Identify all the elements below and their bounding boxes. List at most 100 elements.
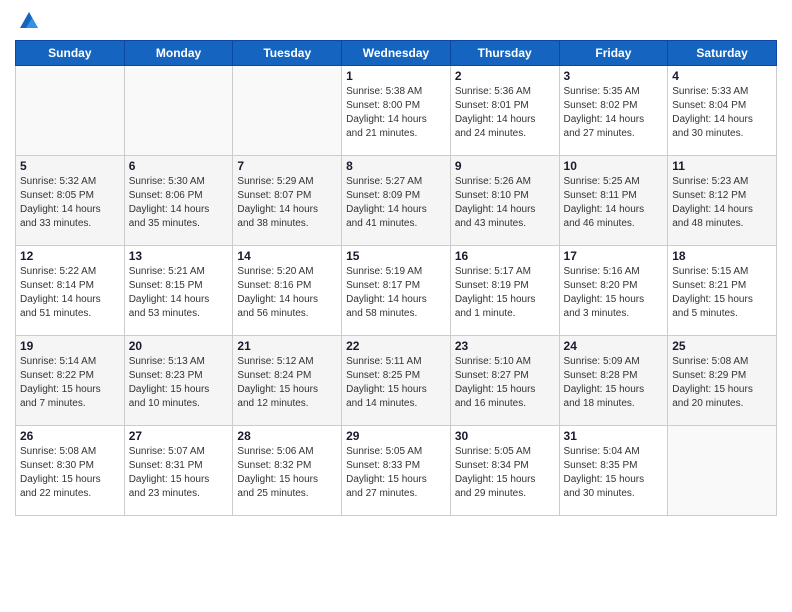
- day-number: 25: [672, 339, 772, 353]
- day-number: 28: [237, 429, 337, 443]
- day-cell: 26 Sunrise: 5:08 AM Sunset: 8:30 PM Dayli…: [16, 426, 125, 516]
- day-cell: 11 Sunrise: 5:23 AM Sunset: 8:12 PM Dayli…: [668, 156, 777, 246]
- day-info: Sunrise: 5:10 AM Sunset: 8:27 PM Dayligh…: [455, 355, 555, 411]
- day-number: 19: [20, 339, 120, 353]
- day-cell: 3 Sunrise: 5:35 AM Sunset: 8:02 PM Daylig…: [559, 66, 668, 156]
- day-number: 7: [237, 159, 337, 173]
- day-info: Sunrise: 5:22 AM Sunset: 8:14 PM Dayligh…: [20, 265, 120, 321]
- day-number: 10: [564, 159, 664, 173]
- day-info: Sunrise: 5:04 AM Sunset: 8:35 PM Dayligh…: [564, 445, 664, 501]
- day-info: Sunrise: 5:26 AM Sunset: 8:10 PM Dayligh…: [455, 175, 555, 231]
- day-cell: [124, 66, 233, 156]
- day-info: Sunrise: 5:32 AM Sunset: 8:05 PM Dayligh…: [20, 175, 120, 231]
- day-info: Sunrise: 5:21 AM Sunset: 8:15 PM Dayligh…: [129, 265, 229, 321]
- day-info: Sunrise: 5:12 AM Sunset: 8:24 PM Dayligh…: [237, 355, 337, 411]
- day-info: Sunrise: 5:29 AM Sunset: 8:07 PM Dayligh…: [237, 175, 337, 231]
- day-info: Sunrise: 5:17 AM Sunset: 8:19 PM Dayligh…: [455, 265, 555, 321]
- day-number: 6: [129, 159, 229, 173]
- day-number: 21: [237, 339, 337, 353]
- day-info: Sunrise: 5:09 AM Sunset: 8:28 PM Dayligh…: [564, 355, 664, 411]
- day-number: 23: [455, 339, 555, 353]
- day-number: 1: [346, 69, 446, 83]
- day-info: Sunrise: 5:25 AM Sunset: 8:11 PM Dayligh…: [564, 175, 664, 231]
- day-number: 31: [564, 429, 664, 443]
- day-cell: 17 Sunrise: 5:16 AM Sunset: 8:20 PM Dayli…: [559, 246, 668, 336]
- weekday-header-saturday: Saturday: [668, 41, 777, 66]
- day-number: 29: [346, 429, 446, 443]
- day-cell: 12 Sunrise: 5:22 AM Sunset: 8:14 PM Dayli…: [16, 246, 125, 336]
- day-cell: 1 Sunrise: 5:38 AM Sunset: 8:00 PM Daylig…: [342, 66, 451, 156]
- day-number: 20: [129, 339, 229, 353]
- day-cell: 18 Sunrise: 5:15 AM Sunset: 8:21 PM Dayli…: [668, 246, 777, 336]
- day-number: 26: [20, 429, 120, 443]
- day-cell: 5 Sunrise: 5:32 AM Sunset: 8:05 PM Daylig…: [16, 156, 125, 246]
- day-info: Sunrise: 5:16 AM Sunset: 8:20 PM Dayligh…: [564, 265, 664, 321]
- day-cell: [668, 426, 777, 516]
- day-number: 17: [564, 249, 664, 263]
- day-info: Sunrise: 5:23 AM Sunset: 8:12 PM Dayligh…: [672, 175, 772, 231]
- day-info: Sunrise: 5:08 AM Sunset: 8:30 PM Dayligh…: [20, 445, 120, 501]
- day-number: 22: [346, 339, 446, 353]
- day-cell: 4Sunrise: 5:33 AM Sunset: 8:04 PM Daylig…: [668, 66, 777, 156]
- day-number: 15: [346, 249, 446, 263]
- day-info: Sunrise: 5:08 AM Sunset: 8:29 PM Dayligh…: [672, 355, 772, 411]
- day-number: 11: [672, 159, 772, 173]
- logo-text: [15, 10, 40, 32]
- day-info: Sunrise: 5:27 AM Sunset: 8:09 PM Dayligh…: [346, 175, 446, 231]
- day-number: 12: [20, 249, 120, 263]
- page-header: [15, 10, 777, 32]
- day-cell: 22Sunrise: 5:11 AM Sunset: 8:25 PM Dayli…: [342, 336, 451, 426]
- logo-icon: [18, 10, 40, 32]
- weekday-header-row: SundayMondayTuesdayWednesdayThursdayFrid…: [16, 41, 777, 66]
- day-number: 30: [455, 429, 555, 443]
- weekday-header-tuesday: Tuesday: [233, 41, 342, 66]
- day-cell: 15 Sunrise: 5:19 AM Sunset: 8:17 PM Dayli…: [342, 246, 451, 336]
- day-number: 3: [564, 69, 664, 83]
- day-cell: 2 Sunrise: 5:36 AM Sunset: 8:01 PM Daylig…: [450, 66, 559, 156]
- day-info: Sunrise: 5:20 AM Sunset: 8:16 PM Dayligh…: [237, 265, 337, 321]
- day-info: Sunrise: 5:07 AM Sunset: 8:31 PM Dayligh…: [129, 445, 229, 501]
- day-number: 14: [237, 249, 337, 263]
- day-cell: 14 Sunrise: 5:20 AM Sunset: 8:16 PM Dayli…: [233, 246, 342, 336]
- day-info: Sunrise: 5:19 AM Sunset: 8:17 PM Dayligh…: [346, 265, 446, 321]
- day-number: 8: [346, 159, 446, 173]
- week-row-5: 26 Sunrise: 5:08 AM Sunset: 8:30 PM Dayli…: [16, 426, 777, 516]
- day-number: 5: [20, 159, 120, 173]
- day-cell: [16, 66, 125, 156]
- day-number: 16: [455, 249, 555, 263]
- day-cell: 8 Sunrise: 5:27 AM Sunset: 8:09 PM Daylig…: [342, 156, 451, 246]
- weekday-header-monday: Monday: [124, 41, 233, 66]
- day-cell: 23 Sunrise: 5:10 AM Sunset: 8:27 PM Dayli…: [450, 336, 559, 426]
- weekday-header-sunday: Sunday: [16, 41, 125, 66]
- weekday-header-thursday: Thursday: [450, 41, 559, 66]
- day-cell: 31 Sunrise: 5:04 AM Sunset: 8:35 PM Dayli…: [559, 426, 668, 516]
- day-number: 4: [672, 69, 772, 83]
- day-info: Sunrise: 5:15 AM Sunset: 8:21 PM Dayligh…: [672, 265, 772, 321]
- day-info: Sunrise: 5:36 AM Sunset: 8:01 PM Dayligh…: [455, 85, 555, 141]
- day-info: Sunrise: 5:35 AM Sunset: 8:02 PM Dayligh…: [564, 85, 664, 141]
- day-cell: 6 Sunrise: 5:30 AM Sunset: 8:06 PM Daylig…: [124, 156, 233, 246]
- day-cell: 29Sunrise: 5:05 AM Sunset: 8:33 PM Dayli…: [342, 426, 451, 516]
- day-cell: 19Sunrise: 5:14 AM Sunset: 8:22 PM Dayli…: [16, 336, 125, 426]
- day-cell: 20Sunrise: 5:13 AM Sunset: 8:23 PM Dayli…: [124, 336, 233, 426]
- day-number: 9: [455, 159, 555, 173]
- day-number: 18: [672, 249, 772, 263]
- day-info: Sunrise: 5:38 AM Sunset: 8:00 PM Dayligh…: [346, 85, 446, 141]
- day-number: 27: [129, 429, 229, 443]
- week-row-4: 19Sunrise: 5:14 AM Sunset: 8:22 PM Dayli…: [16, 336, 777, 426]
- week-row-2: 5 Sunrise: 5:32 AM Sunset: 8:05 PM Daylig…: [16, 156, 777, 246]
- day-cell: 7 Sunrise: 5:29 AM Sunset: 8:07 PM Daylig…: [233, 156, 342, 246]
- calendar-table: SundayMondayTuesdayWednesdayThursdayFrid…: [15, 40, 777, 516]
- day-cell: 28Sunrise: 5:06 AM Sunset: 8:32 PM Dayli…: [233, 426, 342, 516]
- day-number: 24: [564, 339, 664, 353]
- day-number: 13: [129, 249, 229, 263]
- day-cell: 21 Sunrise: 5:12 AM Sunset: 8:24 PM Dayli…: [233, 336, 342, 426]
- weekday-header-wednesday: Wednesday: [342, 41, 451, 66]
- day-info: Sunrise: 5:30 AM Sunset: 8:06 PM Dayligh…: [129, 175, 229, 231]
- day-cell: 9 Sunrise: 5:26 AM Sunset: 8:10 PM Daylig…: [450, 156, 559, 246]
- week-row-1: 1 Sunrise: 5:38 AM Sunset: 8:00 PM Daylig…: [16, 66, 777, 156]
- weekday-header-friday: Friday: [559, 41, 668, 66]
- day-cell: [233, 66, 342, 156]
- day-number: 2: [455, 69, 555, 83]
- day-info: Sunrise: 5:05 AM Sunset: 8:34 PM Dayligh…: [455, 445, 555, 501]
